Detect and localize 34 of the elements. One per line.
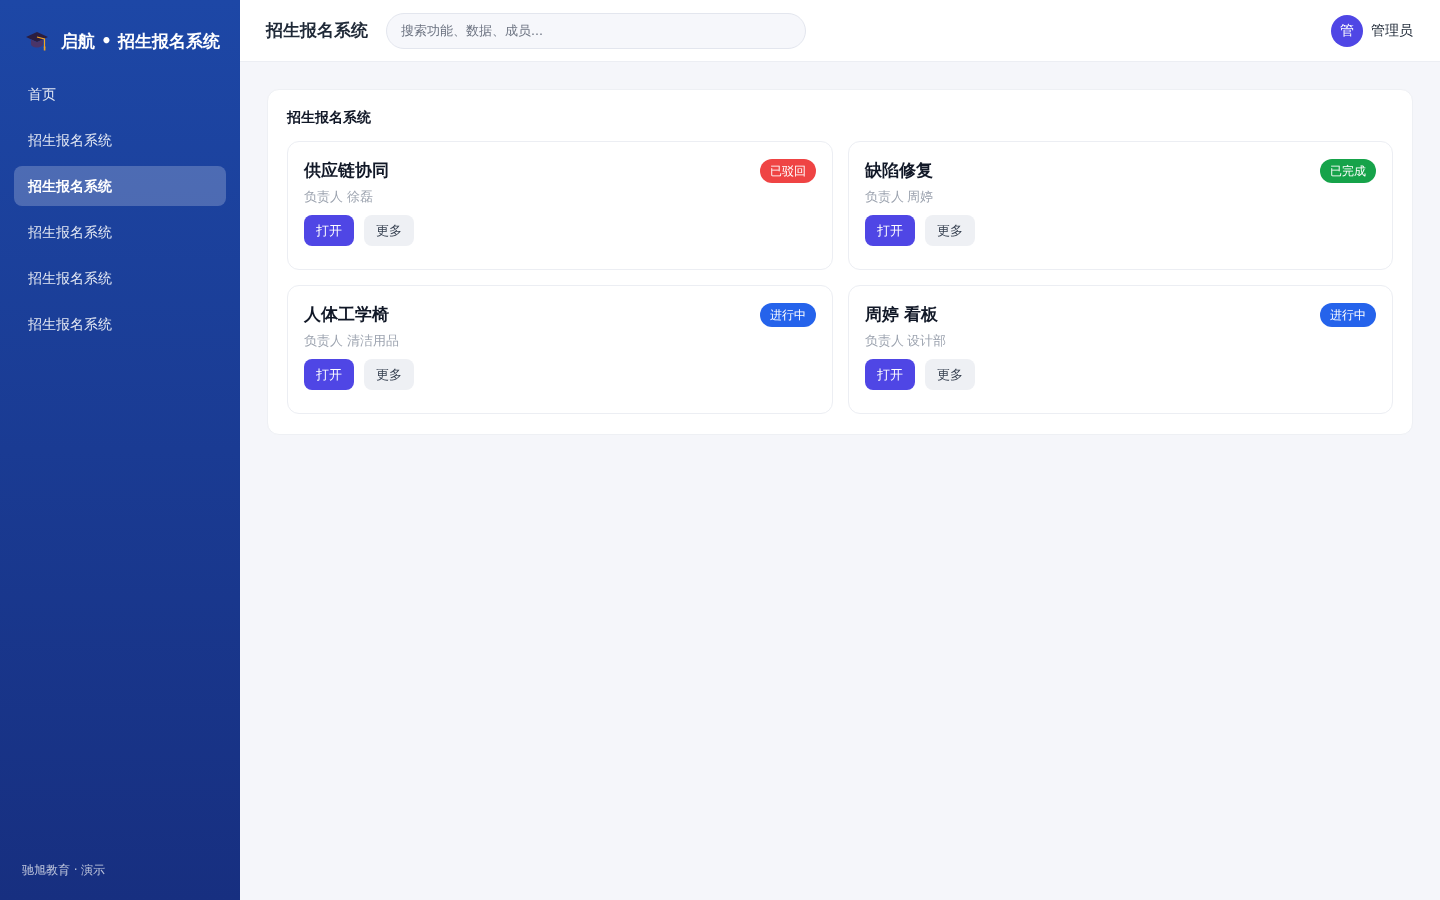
nav-item[interactable]: 招生报名系统 [14,166,226,206]
nav-item[interactable]: 招生报名系统 [14,212,226,252]
graduation-cap-icon [26,31,48,51]
status-badge: 已完成 [1320,159,1376,183]
card-title: 周婷 看板 [864,304,939,326]
owner-text: 负责人 设计部 [864,333,948,350]
panel-title: 招生报名系统 [287,109,372,127]
card-title: 缺陷修复 [864,160,933,182]
owner-text: 负责人 周婷 [864,189,935,206]
nav-item[interactable]: 招生报名系统 [14,120,226,160]
app-title: 启航 • 招生报名系统 [61,29,220,53]
card-title: 供应链协同 [304,160,389,182]
open-button[interactable]: 打开 [864,359,915,390]
footer-text: 驰旭教育 · 演示 [21,862,107,879]
search-field[interactable]: 搜索功能、数据、成员... [386,12,806,49]
status-badge: 进行中 [759,303,816,327]
more-button[interactable]: 更多 [364,359,414,390]
nav-item[interactable]: 首页 [14,74,226,114]
owner-text: 负责人 徐磊 [304,189,374,206]
nav-item[interactable]: 招生报名系统 [14,304,226,344]
more-button[interactable]: 更多 [364,215,414,246]
page-title: 招生报名系统 [266,19,368,42]
open-button[interactable]: 打开 [864,215,915,246]
owner-text: 负责人 清洁用品 [304,333,400,350]
open-button[interactable]: 打开 [304,215,354,246]
more-button[interactable]: 更多 [924,215,975,246]
card-title: 人体工学椅 [304,304,389,326]
open-button[interactable]: 打开 [304,359,354,390]
status-badge: 进行中 [1320,303,1376,327]
user-avatar[interactable]: 管 [1331,14,1363,47]
status-badge: 已驳回 [759,159,816,183]
nav-item[interactable]: 招生报名系统 [14,258,226,298]
user-name: 管理员 [1371,21,1413,40]
more-button[interactable]: 更多 [924,359,975,390]
